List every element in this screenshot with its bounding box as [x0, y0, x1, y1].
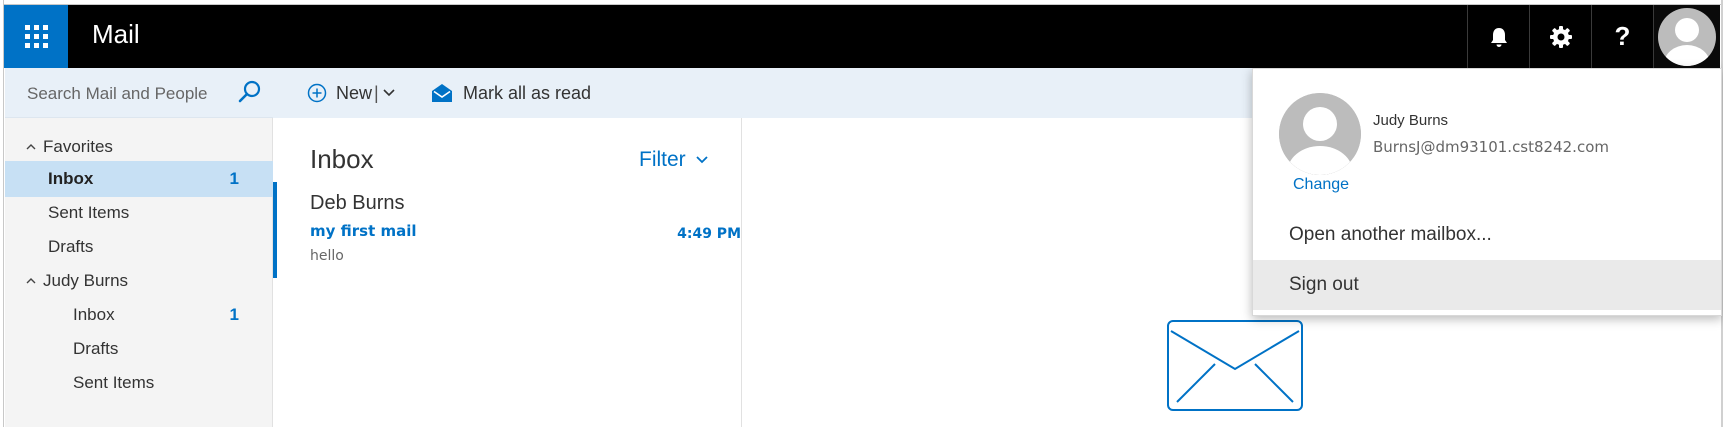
plus-circle-icon: [307, 83, 327, 103]
account-button[interactable]: [1653, 5, 1720, 68]
app-launcher-button[interactable]: [4, 5, 68, 68]
account-label: Judy Burns: [43, 271, 129, 290]
message-subject: my first mail: [310, 222, 417, 240]
account-group-header[interactable]: Judy Burns: [5, 263, 273, 299]
chevron-up-icon: [26, 278, 36, 284]
account-photo[interactable]: [1279, 93, 1361, 175]
notifications-button[interactable]: [1467, 5, 1529, 68]
sign-out-item[interactable]: Sign out: [1253, 260, 1721, 310]
chevron-up-icon: [26, 144, 36, 150]
separator: |: [374, 82, 379, 103]
favorites-label: Favorites: [43, 137, 113, 156]
envelope-icon: [1167, 320, 1303, 411]
folder-label: Inbox: [48, 169, 94, 188]
mark-all-read-button[interactable]: Mark all as read: [431, 68, 591, 118]
filter-label: Filter: [639, 148, 686, 171]
folder-item-drafts[interactable]: Drafts: [5, 331, 273, 367]
account-menu: Judy Burns BurnsJ@dm93101.cst8242.com Ch…: [1252, 68, 1722, 316]
settings-button[interactable]: [1529, 5, 1591, 68]
change-photo-link[interactable]: Change: [1293, 176, 1349, 194]
unread-count: 1: [229, 169, 239, 188]
search-input[interactable]: [25, 81, 229, 107]
search-icon[interactable]: [237, 79, 263, 105]
folder-pane: Favorites Inbox 1 Sent Items Drafts Judy…: [5, 118, 273, 427]
folder-item-sent-items[interactable]: Sent Items: [5, 365, 273, 401]
message-item[interactable]: Deb Burns my first mail 4:49 PM hello: [273, 182, 741, 278]
message-list-title: Inbox: [310, 144, 374, 174]
folder-label: Drafts: [48, 237, 94, 256]
folder-item-favorites-drafts[interactable]: Drafts: [5, 229, 273, 265]
help-button[interactable]: ?: [1591, 5, 1653, 68]
gear-icon: [1549, 25, 1572, 48]
message-time: 4:49 PM: [677, 226, 741, 242]
app-title: Mail: [92, 19, 140, 49]
folder-label: Inbox: [73, 305, 115, 324]
folder-item-favorites-sent-items[interactable]: Sent Items: [5, 195, 273, 231]
folder-item-inbox[interactable]: Inbox 1: [5, 297, 273, 333]
chevron-down-icon: [696, 156, 708, 164]
account-email: BurnsJ@dm93101.cst8242.com: [1373, 138, 1609, 156]
user-avatar-icon: [1658, 7, 1716, 66]
new-message-button[interactable]: New |: [307, 68, 395, 118]
folder-label: Drafts: [73, 339, 119, 358]
account-name: Judy Burns: [1373, 112, 1449, 129]
chevron-down-icon[interactable]: [383, 89, 395, 97]
user-avatar-icon: [1279, 93, 1361, 175]
top-bar: Mail ?: [4, 5, 1720, 68]
folder-item-favorites-inbox[interactable]: Inbox 1: [5, 161, 273, 197]
selection-indicator: [273, 182, 277, 278]
folder-label: Sent Items: [48, 203, 130, 222]
unread-count: 1: [229, 305, 239, 324]
filter-button[interactable]: Filter: [639, 148, 708, 172]
open-envelope-icon: [432, 84, 452, 102]
help-icon: ?: [1614, 21, 1631, 51]
favorites-group-header[interactable]: Favorites: [5, 129, 273, 165]
message-sender: Deb Burns: [310, 192, 405, 214]
message-preview: hello: [310, 248, 344, 264]
new-label: New: [336, 82, 373, 103]
message-list: Inbox Filter Deb Burns my first mail 4:4…: [273, 118, 742, 427]
waffle-grid-icon: [24, 25, 48, 48]
mark-all-read-label: Mark all as read: [463, 82, 592, 103]
open-another-mailbox-item[interactable]: Open another mailbox...: [1253, 210, 1721, 260]
bell-icon: [1490, 27, 1507, 47]
search-box: [5, 68, 273, 118]
folder-label: Sent Items: [73, 373, 155, 392]
